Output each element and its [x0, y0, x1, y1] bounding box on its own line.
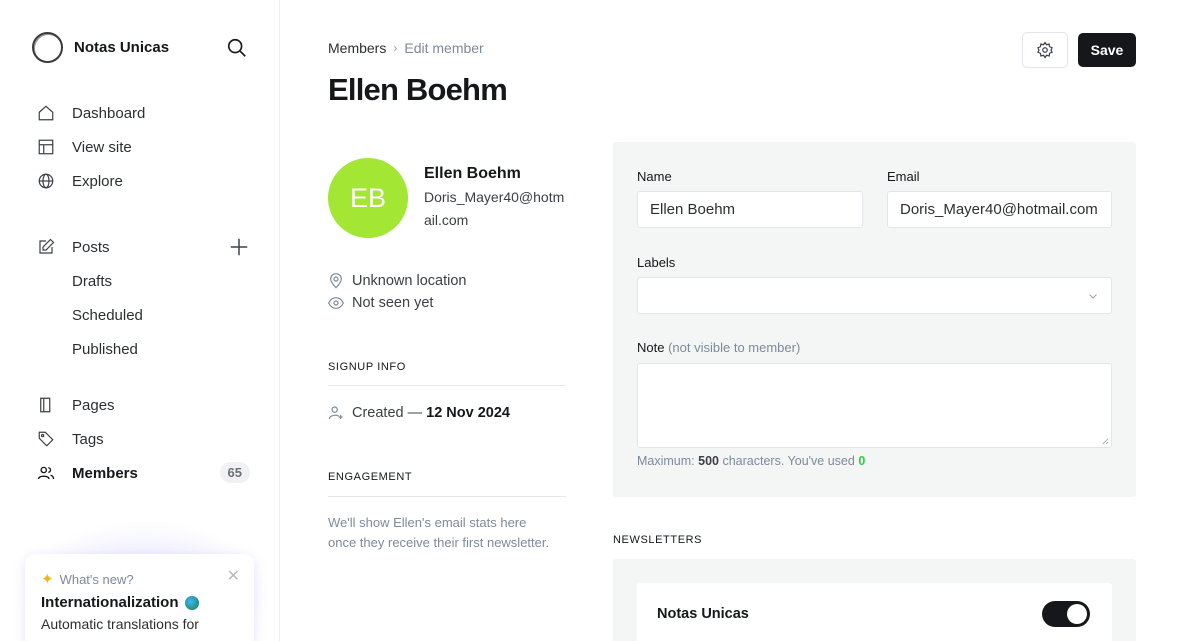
profile-name: Ellen Boehm	[424, 165, 521, 182]
sidebar-item-label: Pages	[72, 396, 115, 414]
site-name: Notas Unicas	[74, 39, 170, 56]
labels-label: Labels	[637, 255, 676, 270]
counter-used: 0	[858, 454, 866, 468]
divider	[328, 385, 566, 386]
whats-new-title-label: Internationalization	[41, 594, 179, 611]
created-date: 12 Nov 2024	[426, 405, 510, 421]
close-icon[interactable]: ✕	[227, 566, 240, 586]
note-textarea[interactable]	[637, 363, 1112, 448]
sidebar-item-dashboard[interactable]: Dashboard	[36, 101, 256, 125]
sidebar-item-drafts[interactable]: Drafts	[36, 269, 256, 293]
sidebar-item-label: Members	[72, 464, 138, 482]
counter-max: 500	[698, 454, 719, 468]
created-row: Created — 12 Nov 2024	[328, 405, 510, 421]
sidebar-item-label: Scheduled	[72, 306, 143, 324]
resize-handle-icon[interactable]	[1101, 437, 1109, 445]
chevron-right-icon: ›	[393, 41, 398, 55]
location-pin-icon	[328, 273, 344, 289]
sidebar-item-explore[interactable]: Explore	[36, 169, 256, 193]
member-settings-button[interactable]	[1022, 32, 1068, 68]
users-icon	[36, 463, 56, 483]
edit-icon	[36, 237, 56, 257]
user-add-icon	[328, 405, 344, 421]
seen-row: Not seen yet	[328, 295, 433, 311]
sidebar-item-label: Drafts	[72, 272, 113, 290]
sidebar-item-posts[interactable]: Posts	[36, 235, 256, 259]
profile-email: Doris_Mayer40@hotmail.com	[424, 189, 565, 228]
sidebar-item-pages[interactable]: Pages	[36, 393, 256, 417]
sidebar-item-members[interactable]: Members 65	[36, 461, 256, 485]
location-text: Unknown location	[352, 273, 467, 289]
sidebar-item-scheduled[interactable]: Scheduled	[36, 303, 256, 327]
sidebar-item-label: Tags	[72, 430, 104, 448]
labels-select[interactable]	[637, 277, 1112, 314]
whats-new-heading-label: What's new?	[59, 571, 134, 587]
note-character-counter: Maximum: 500 characters. You've used 0	[637, 454, 865, 468]
note-label-text: Note	[637, 340, 665, 355]
page-title: Ellen Boehm	[328, 72, 508, 107]
eye-icon	[328, 295, 344, 311]
name-input[interactable]: Ellen Boehm	[637, 191, 863, 228]
seen-text: Not seen yet	[352, 295, 434, 311]
save-button[interactable]: Save	[1078, 33, 1136, 67]
whats-new-heading: ✦ What's new?	[41, 570, 238, 588]
email-label: Email	[887, 169, 920, 184]
whats-new-title: Internationalization	[41, 594, 238, 611]
members-count-badge: 65	[219, 462, 250, 483]
sidebar-item-label: Published	[72, 340, 138, 358]
counter-prefix: Maximum:	[637, 454, 695, 468]
breadcrumb: Members › Edit member	[328, 40, 484, 56]
site-logo	[32, 32, 63, 63]
main-content: Members › Edit member Ellen Boehm Save E…	[280, 0, 1184, 641]
tag-icon	[36, 429, 56, 449]
counter-middle: characters. You've used	[722, 454, 855, 468]
divider	[328, 496, 566, 497]
sidebar-item-view-site[interactable]: View site	[36, 135, 256, 159]
layout-icon	[36, 137, 56, 157]
breadcrumb-current: Edit member	[404, 40, 484, 56]
email-input[interactable]: Doris_Mayer40@hotmail.com	[887, 191, 1112, 228]
sidebar-item-label: View site	[72, 138, 132, 156]
sidebar: Notas Unicas Dashboard View site Explore…	[0, 0, 280, 641]
new-post-plus-icon[interactable]	[228, 236, 250, 258]
search-icon[interactable]	[226, 37, 248, 59]
gear-icon	[1037, 41, 1053, 59]
newsletter-name: Notas Unicas	[657, 606, 749, 622]
sidebar-item-tags[interactable]: Tags	[36, 427, 256, 451]
home-icon	[36, 103, 56, 123]
newsletters-panel: Notas Unicas	[613, 559, 1136, 641]
newsletter-item: Notas Unicas	[637, 583, 1112, 641]
engagement-heading: ENGAGEMENT	[328, 471, 413, 483]
breadcrumb-members-link[interactable]: Members	[328, 40, 386, 56]
newsletters-heading: NEWSLETTERS	[613, 534, 703, 546]
created-prefix: Created —	[352, 405, 423, 421]
brand[interactable]: Notas Unicas	[32, 32, 169, 63]
chevron-down-icon	[1089, 294, 1097, 299]
globe-icon	[36, 171, 56, 191]
note-hint: (not visible to member)	[668, 340, 801, 355]
sidebar-item-published[interactable]: Published	[36, 337, 256, 361]
member-form-panel: Name Ellen Boehm Email Doris_Mayer40@hot…	[613, 142, 1136, 497]
avatar: EB	[328, 158, 408, 238]
location-row: Unknown location	[328, 273, 466, 289]
sidebar-item-label: Explore	[72, 172, 123, 190]
newsletter-subscription-toggle[interactable]	[1042, 601, 1090, 627]
globe-emoji-icon	[184, 595, 199, 610]
page-icon	[36, 395, 56, 415]
sidebar-item-label: Posts	[72, 238, 110, 256]
whats-new-description: Automatic translations for	[41, 616, 199, 632]
whats-new-card[interactable]: ✦ What's new? ✕ Internationalization Aut…	[25, 554, 254, 641]
sidebar-item-label: Dashboard	[72, 104, 146, 122]
name-label: Name	[637, 169, 672, 184]
signup-info-heading: SIGNUP INFO	[328, 361, 406, 373]
engagement-text: We'll show Ellen's email stats here once…	[328, 515, 550, 550]
note-label: Note (not visible to member)	[637, 340, 800, 355]
sparkle-icon: ✦	[41, 571, 54, 588]
